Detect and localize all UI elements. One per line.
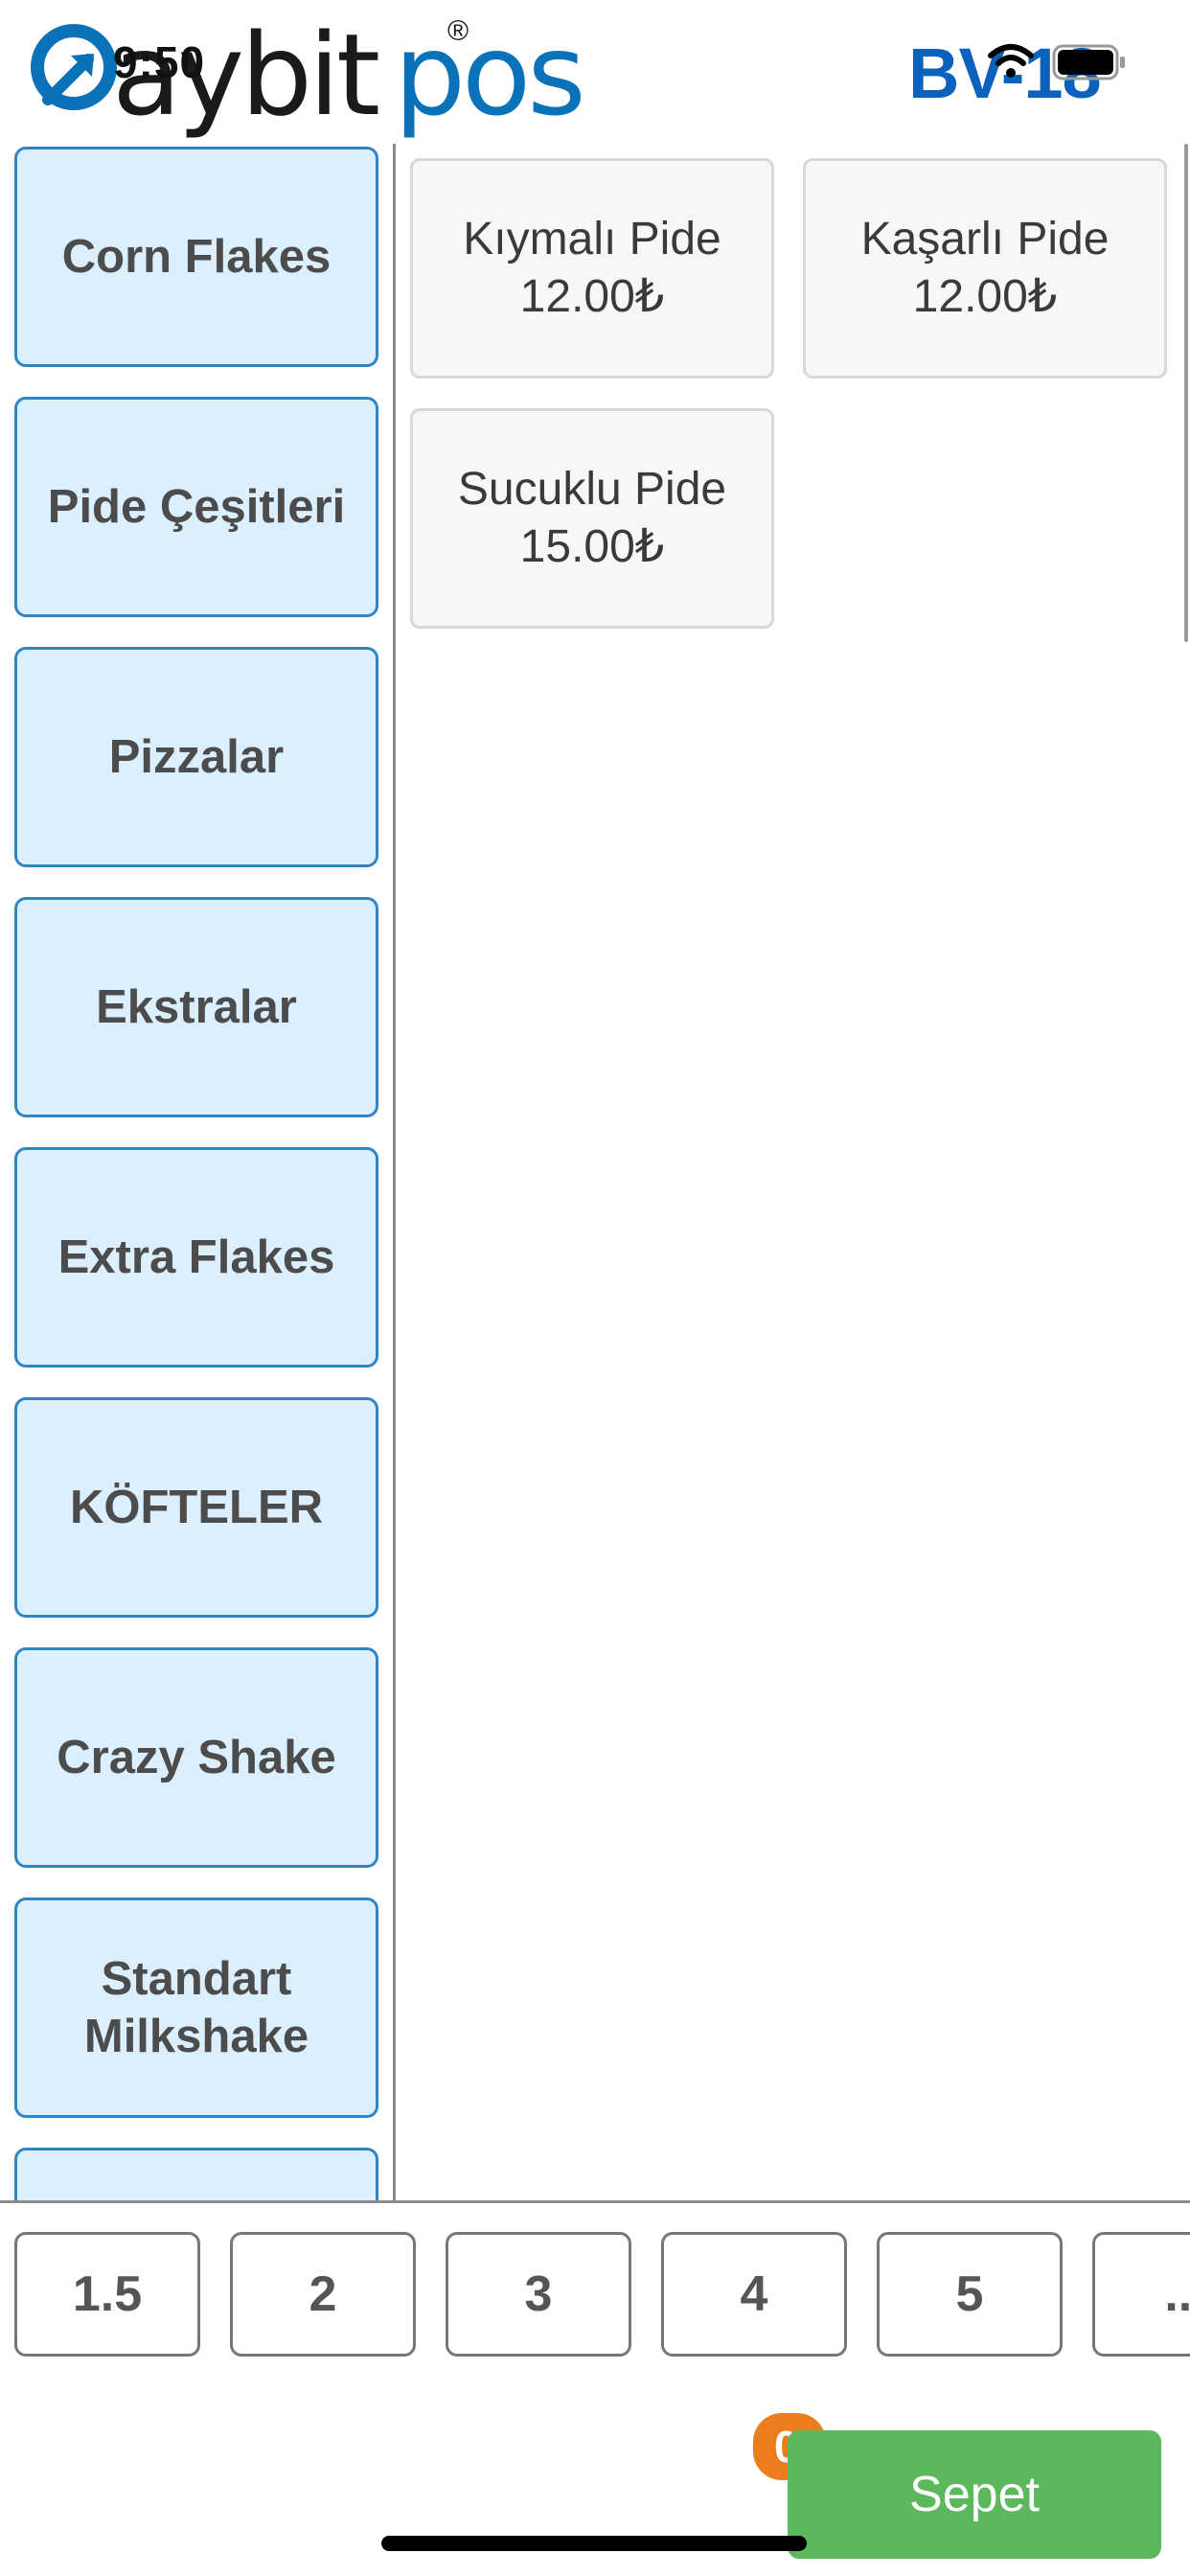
quantity-selector: 1.5 2 3 4 5 ... — [0, 2203, 1190, 2424]
category-crazy-shake[interactable]: Crazy Shake — [14, 1647, 378, 1868]
quantity-label: 1.5 — [72, 2266, 143, 2322]
category-pizzalar[interactable]: Pizzalar — [14, 647, 378, 867]
logo-text-pos: pos — [394, 9, 586, 141]
product-grid: Kıymalı Pide 12.00₺ Kaşarlı Pide 12.00₺ … — [396, 144, 1190, 2200]
category-list[interactable]: Corn Flakes Pide Çeşitleri Pizzalar Ekst… — [0, 144, 393, 2200]
category-label: Corn Flakes — [61, 231, 332, 283]
basket-button-label: Sepet — [909, 2467, 1040, 2522]
quantity-4-button[interactable]: 4 — [661, 2232, 847, 2357]
category-label: Ekstralar — [96, 981, 297, 1033]
product-sucuklu-pide[interactable]: Sucuklu Pide 15.00₺ — [410, 408, 774, 629]
basket-button[interactable]: Sepet — [788, 2430, 1161, 2559]
category-label: Crazy Shake — [57, 1732, 336, 1783]
category-label: KÖFTELER — [69, 1482, 324, 1533]
category-label: Extra Flakes — [57, 1231, 335, 1283]
battery-icon — [1052, 44, 1125, 80]
quantity-label: 2 — [309, 2266, 337, 2322]
product-scrollbar[interactable] — [1184, 144, 1188, 642]
quantity-label: ... — [1164, 2266, 1190, 2322]
category-label: Standart Milkshake — [83, 1953, 309, 2062]
product-name: Kıymalı Pide — [463, 214, 721, 264]
product-kasarli-pide[interactable]: Kaşarlı Pide 12.00₺ — [803, 158, 1167, 379]
quantity-3-button[interactable]: 3 — [446, 2232, 631, 2357]
app-header: aybit pos ® 9:50 BV-18 — [0, 0, 1190, 144]
category-pide-cesitleri[interactable]: Pide Çeşitleri — [14, 397, 378, 617]
quantity-1-5-button[interactable]: 1.5 — [14, 2232, 200, 2357]
category-ekstralar[interactable]: Ekstralar — [14, 897, 378, 1117]
quantity-label: 5 — [955, 2266, 984, 2322]
home-indicator[interactable] — [381, 2536, 807, 2551]
logo-arrow-icon — [31, 24, 117, 110]
category-standart-milkshake[interactable]: Standart Milkshake — [14, 1898, 378, 2118]
quantity-2-button[interactable]: 2 — [230, 2232, 416, 2357]
wifi-icon — [988, 44, 1034, 78]
product-price: 15.00₺ — [519, 521, 665, 572]
quantity-label: 4 — [740, 2266, 768, 2322]
quantity-more-button[interactable]: ... — [1092, 2232, 1190, 2357]
category-partial[interactable] — [14, 2148, 378, 2200]
category-kofteler[interactable]: KÖFTELER — [14, 1397, 378, 1618]
category-label: Pizzalar — [108, 731, 285, 783]
category-corn-flakes[interactable]: Corn Flakes — [14, 147, 378, 367]
product-price: 12.00₺ — [519, 271, 665, 322]
product-name: Sucuklu Pide — [457, 464, 727, 515]
product-price: 12.00₺ — [912, 271, 1058, 322]
product-name: Kaşarlı Pide — [860, 214, 1110, 264]
quantity-5-button[interactable]: 5 — [877, 2232, 1063, 2357]
category-extra-flakes[interactable]: Extra Flakes — [14, 1147, 378, 1368]
product-kiymali-pide[interactable]: Kıymalı Pide 12.00₺ — [410, 158, 774, 379]
status-time: 9:50 — [113, 37, 206, 87]
registered-mark: ® — [447, 15, 469, 47]
quantity-label: 3 — [524, 2266, 553, 2322]
category-label: Pide Çeşitleri — [47, 481, 346, 533]
